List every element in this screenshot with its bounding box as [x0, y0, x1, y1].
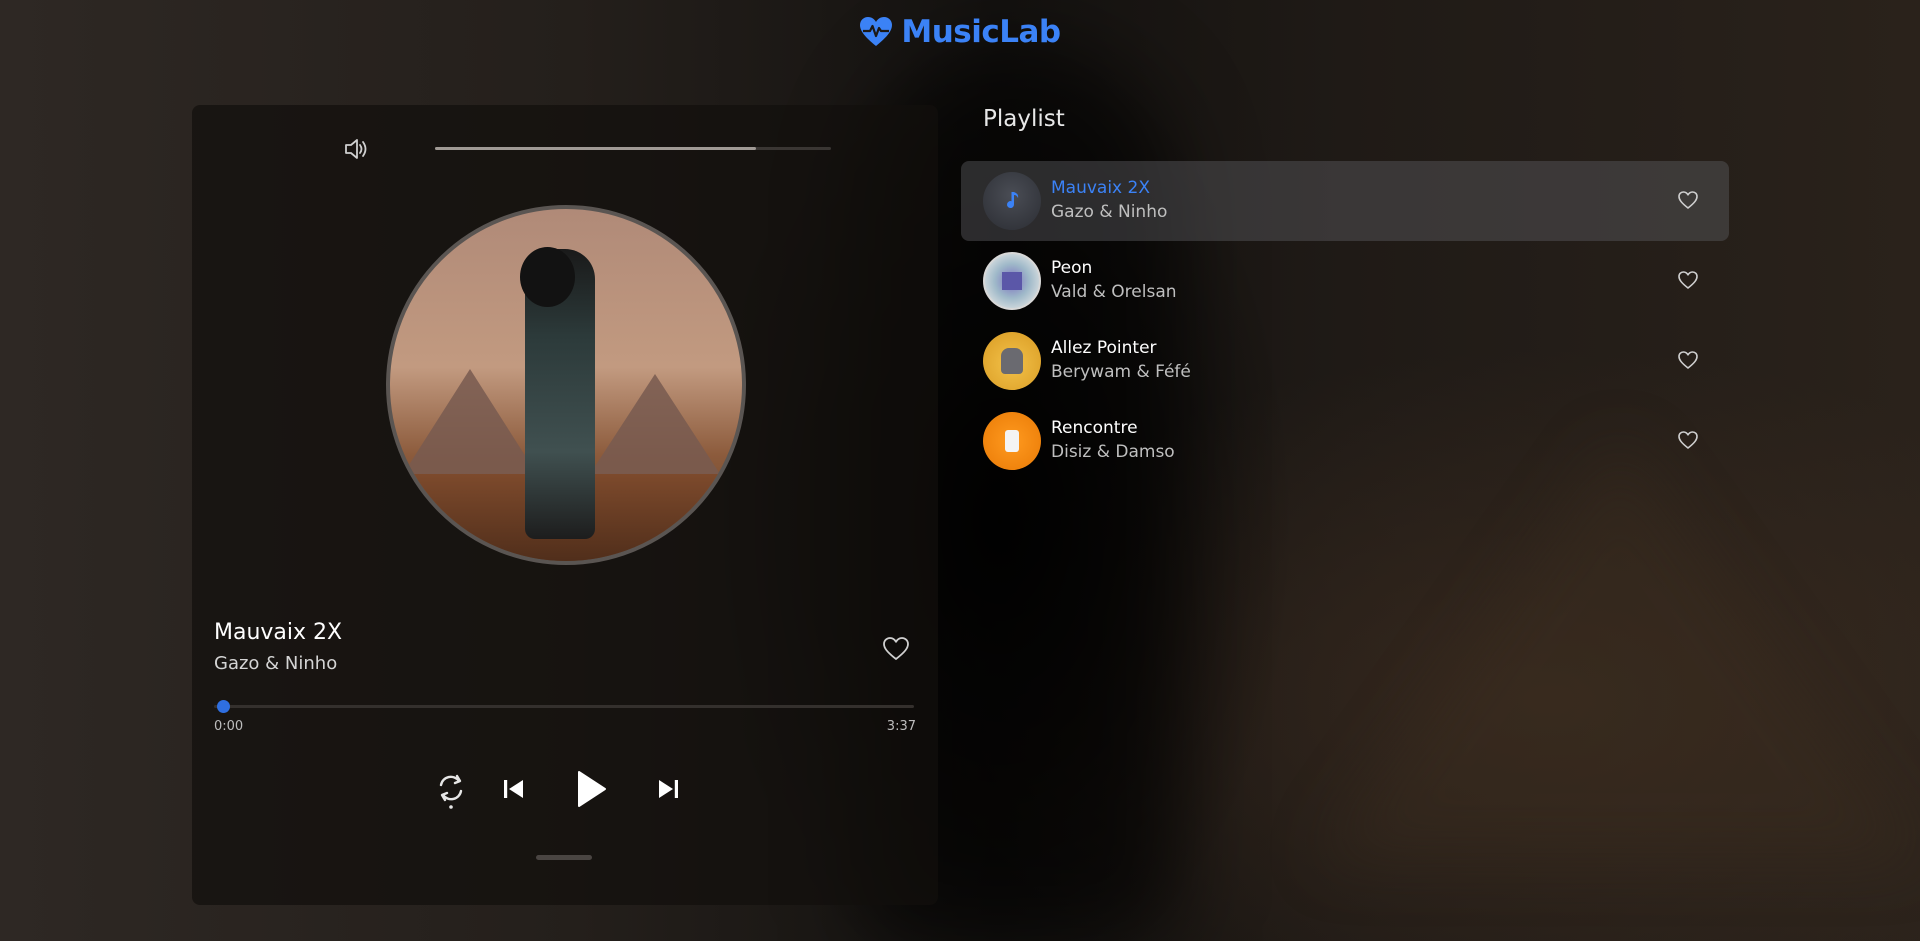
- volume-slider-fill: [435, 147, 756, 150]
- time-current: 0:00: [214, 719, 244, 734]
- player-card: Mauvaix 2X Gazo & Ninho 0:00 3:37: [192, 105, 938, 905]
- playlist-title: Playlist: [983, 106, 1065, 132]
- playlist-item-artist: Berywam & Féfé: [1051, 362, 1191, 382]
- playlist-item-title: Peon: [1051, 258, 1093, 278]
- playlist-item[interactable]: Peon Vald & Orelsan: [961, 241, 1729, 321]
- time-total: 3:37: [886, 719, 916, 734]
- playlist-item-title: Rencontre: [1051, 418, 1138, 438]
- heart-icon[interactable]: [882, 635, 910, 663]
- volume-icon[interactable]: [342, 135, 370, 163]
- playlist-item-title: Mauvaix 2X: [1051, 178, 1150, 198]
- play-icon: [578, 771, 606, 807]
- playlist-item-artist: Gazo & Ninho: [1051, 202, 1168, 222]
- volume-control: [342, 135, 370, 163]
- heart-icon[interactable]: [1677, 349, 1699, 371]
- playlist-item[interactable]: Mauvaix 2X Gazo & Ninho: [961, 161, 1729, 241]
- playlist-item[interactable]: Allez Pointer Berywam & Féfé: [961, 321, 1729, 401]
- album-cover: [386, 205, 746, 565]
- track-thumbnail: [983, 172, 1041, 230]
- playlist-item-title: Allez Pointer: [1051, 338, 1157, 358]
- progress-bar[interactable]: [214, 705, 914, 708]
- play-button[interactable]: [569, 767, 613, 811]
- track-thumbnail: [983, 252, 1041, 310]
- playlist: Mauvaix 2X Gazo & Ninho Peon Vald & Orel…: [961, 161, 1729, 481]
- repeat-button[interactable]: [433, 769, 469, 809]
- next-button[interactable]: [653, 774, 683, 804]
- heart-icon[interactable]: [1677, 269, 1699, 291]
- music-note-icon: [1007, 192, 1019, 209]
- heart-icon[interactable]: [1677, 429, 1699, 451]
- previous-button[interactable]: [499, 774, 529, 804]
- heart-pulse-icon: [860, 17, 893, 46]
- volume-slider[interactable]: [435, 147, 831, 150]
- heart-icon[interactable]: [1677, 189, 1699, 211]
- app-logo[interactable]: MusicLab: [0, 14, 1920, 50]
- app-name: MusicLab: [901, 14, 1061, 50]
- progress-knob[interactable]: [217, 700, 230, 713]
- playback-controls: [192, 767, 938, 811]
- track-artist: Gazo & Ninho: [214, 653, 338, 674]
- playlist-item-artist: Disiz & Damso: [1051, 442, 1175, 462]
- track-thumbnail: [983, 412, 1041, 470]
- playlist-item-artist: Vald & Orelsan: [1051, 282, 1177, 302]
- background-pyramid: [1320, 440, 1920, 860]
- skip-next-icon: [659, 780, 678, 798]
- track-thumbnail: [983, 332, 1041, 390]
- track-title: Mauvaix 2X: [214, 620, 343, 645]
- playlist-item[interactable]: Rencontre Disiz & Damso: [961, 401, 1729, 481]
- drag-handle[interactable]: [536, 855, 592, 860]
- skip-previous-icon: [504, 780, 523, 798]
- repeat-icon: [439, 774, 463, 809]
